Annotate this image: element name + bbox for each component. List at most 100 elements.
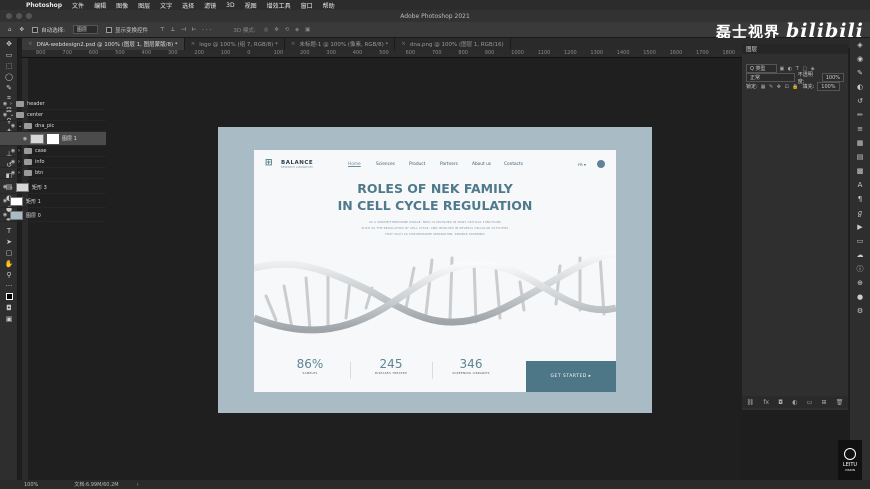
nav-sciences[interactable]: Sciences [376, 162, 395, 167]
close-tab-icon[interactable]: × [291, 41, 296, 47]
add-mask-icon[interactable]: ◘ [778, 399, 783, 406]
close-tab-icon[interactable]: × [28, 41, 33, 47]
auto-select-dropdown[interactable]: 图层 [72, 25, 98, 34]
link-layers-icon[interactable]: ⛓ [747, 399, 755, 406]
libraries-icon[interactable]: ☁ [850, 248, 870, 262]
status-arrow-icon[interactable]: › [137, 482, 139, 488]
artboard-tool-icon[interactable]: ▭ [0, 49, 18, 60]
menu-help[interactable]: 帮助 [323, 1, 335, 10]
new-layer-icon[interactable]: ⊞ [822, 399, 827, 406]
lock-icons[interactable]: ▦ ✎ ✥ ⊡ 🔒 [761, 84, 800, 90]
zoom-window-button[interactable] [26, 13, 32, 19]
menu-edit[interactable]: 编辑 [94, 1, 106, 10]
paths-icon[interactable]: ✎ [850, 66, 870, 80]
marquee-tool-icon[interactable]: ⬚ [0, 60, 18, 71]
menu-layer[interactable]: 图层 [138, 1, 150, 10]
brush-settings-icon[interactable]: ✏ [850, 108, 870, 122]
zoom-level[interactable]: 100% [24, 482, 38, 488]
lasso-tool-icon[interactable]: ◯ [0, 71, 18, 82]
minimize-window-button[interactable] [16, 13, 22, 19]
menu-file[interactable]: 文件 [72, 1, 84, 10]
eye-icon[interactable]: ◉ [8, 170, 18, 176]
layer-rect-1[interactable]: ◉ 矩形 1 [0, 195, 106, 208]
nav-contacts[interactable]: Contacts [504, 162, 523, 167]
close-tab-icon[interactable]: × [401, 41, 406, 47]
close-tab-icon[interactable]: × [191, 41, 196, 47]
character-icon[interactable]: A [850, 178, 870, 192]
tab-logo[interactable]: × logo @ 100% (组 7, RGB/8) * [185, 38, 285, 50]
menu-plugins[interactable]: 增效工具 [267, 1, 291, 10]
menu-type[interactable]: 文字 [160, 1, 172, 10]
tab-dna-webdesign[interactable]: × DNA-webdesign2.psd @ 100% (图层 1, 图层蒙版/8… [22, 38, 185, 50]
layer-mask-thumbnail[interactable] [47, 133, 59, 144]
eye-icon[interactable]: ◉ [0, 212, 10, 218]
tab-dna-png[interactable]: × dna.png @ 100% (图层 1, RGB/16) [395, 38, 511, 50]
info-icon[interactable]: ⓘ [850, 262, 870, 276]
glyphs-icon[interactable]: ℊ [850, 206, 870, 220]
document-info[interactable]: 文档:6.99M/60.2M [74, 481, 118, 488]
adjustments-icon[interactable]: ◐ [850, 80, 870, 94]
eye-icon[interactable]: ◉ [0, 101, 10, 107]
menu-view[interactable]: 视图 [245, 1, 257, 10]
menu-window[interactable]: 窗口 [301, 1, 313, 10]
quick-mask-icon[interactable]: ◘ [0, 302, 18, 313]
adjustment-layer-icon[interactable]: ◐ [792, 399, 797, 406]
eye-icon[interactable]: ◉ [8, 148, 18, 154]
layer-filter-dropdown[interactable]: Q 类型 [746, 64, 777, 73]
3d-mode-icons[interactable]: ◎ ✥ ⟲ ◈ ▣ [264, 27, 312, 33]
channels-icon[interactable]: ◉ [850, 52, 870, 66]
actions-icon[interactable]: ▶ [850, 220, 870, 234]
quick-select-tool-icon[interactable]: ✎ [0, 82, 18, 93]
layer-0[interactable]: ◉ 图层 0 [0, 209, 106, 222]
layer-rect-3[interactable]: ◉ ⌐ 矩形 3 [0, 181, 106, 194]
menu-image[interactable]: 图像 [116, 1, 128, 10]
timeline-icon[interactable]: ▭ [850, 234, 870, 248]
color-swatches-icon[interactable] [0, 291, 18, 302]
paragraph-icon[interactable]: ¶ [850, 192, 870, 206]
layer-header[interactable]: ◉ › header [0, 99, 106, 110]
color-icon[interactable]: ● [850, 290, 870, 304]
swatches-icon[interactable]: ▦ [850, 136, 870, 150]
fx-icon[interactable]: fx [763, 399, 769, 406]
align-icons[interactable]: ⊤ ⊥ ⊣ ⊢ ··· [160, 27, 213, 33]
nav-home[interactable]: Home [348, 162, 361, 167]
layer-case[interactable]: ◉ › case [0, 146, 106, 157]
gradients-icon[interactable]: ▤ [850, 150, 870, 164]
auto-select-checkbox[interactable] [32, 26, 39, 33]
tab-untitled[interactable]: × 未标题-1 @ 100% (像素, RGB/8) * [285, 38, 396, 50]
eye-icon[interactable]: ◉ [0, 198, 10, 204]
zoom-tool-icon[interactable]: ⚲ [0, 269, 18, 280]
layer-btn[interactable]: ◉ › btn [0, 168, 106, 179]
menu-app-name[interactable]: Photoshop [26, 2, 62, 9]
language-selector[interactable]: FR ▾ [578, 162, 586, 167]
eye-icon[interactable]: ◉ [0, 112, 10, 118]
nav-partners[interactable]: Partners [440, 162, 458, 167]
shape-tool-icon[interactable]: ▢ [0, 247, 18, 258]
menu-select[interactable]: 选择 [182, 1, 194, 10]
fill-input[interactable]: 100% [817, 82, 840, 91]
nav-about[interactable]: About us [472, 162, 491, 167]
path-select-tool-icon[interactable]: ➤ [0, 236, 18, 247]
blend-mode-dropdown[interactable]: 正常 [746, 73, 795, 82]
history-icon[interactable]: ↺ [850, 94, 870, 108]
eye-icon[interactable]: ◉ [0, 184, 10, 190]
layers-panel-icon[interactable]: ◈ [850, 38, 870, 52]
layer-1[interactable]: ◉ 图层 1 [0, 132, 106, 146]
tool-presets-icon[interactable]: ⚙ [850, 304, 870, 318]
move-tool-icon[interactable]: ✥ [0, 38, 18, 49]
home-icon[interactable]: ⌂ [8, 27, 12, 33]
delete-layer-icon[interactable]: 🗑 [836, 399, 844, 406]
get-started-button[interactable]: GET STARTED ▸ [526, 361, 616, 392]
type-tool-icon[interactable]: T [0, 225, 18, 236]
nav-product[interactable]: Product [409, 162, 425, 167]
move-tool-icon[interactable]: ✥ [20, 27, 25, 33]
eye-icon[interactable]: ◉ [8, 123, 18, 129]
apple-icon[interactable] [8, 0, 18, 10]
menu-filter[interactable]: 滤镜 [204, 1, 216, 10]
properties-icon[interactable]: ≡ [850, 122, 870, 136]
menu-3d[interactable]: 3D [226, 2, 234, 9]
close-window-button[interactable] [6, 13, 12, 19]
navigator-icon[interactable]: ⊕ [850, 276, 870, 290]
eye-icon[interactable]: ◉ [8, 159, 18, 165]
user-avatar-icon[interactable] [597, 160, 605, 168]
